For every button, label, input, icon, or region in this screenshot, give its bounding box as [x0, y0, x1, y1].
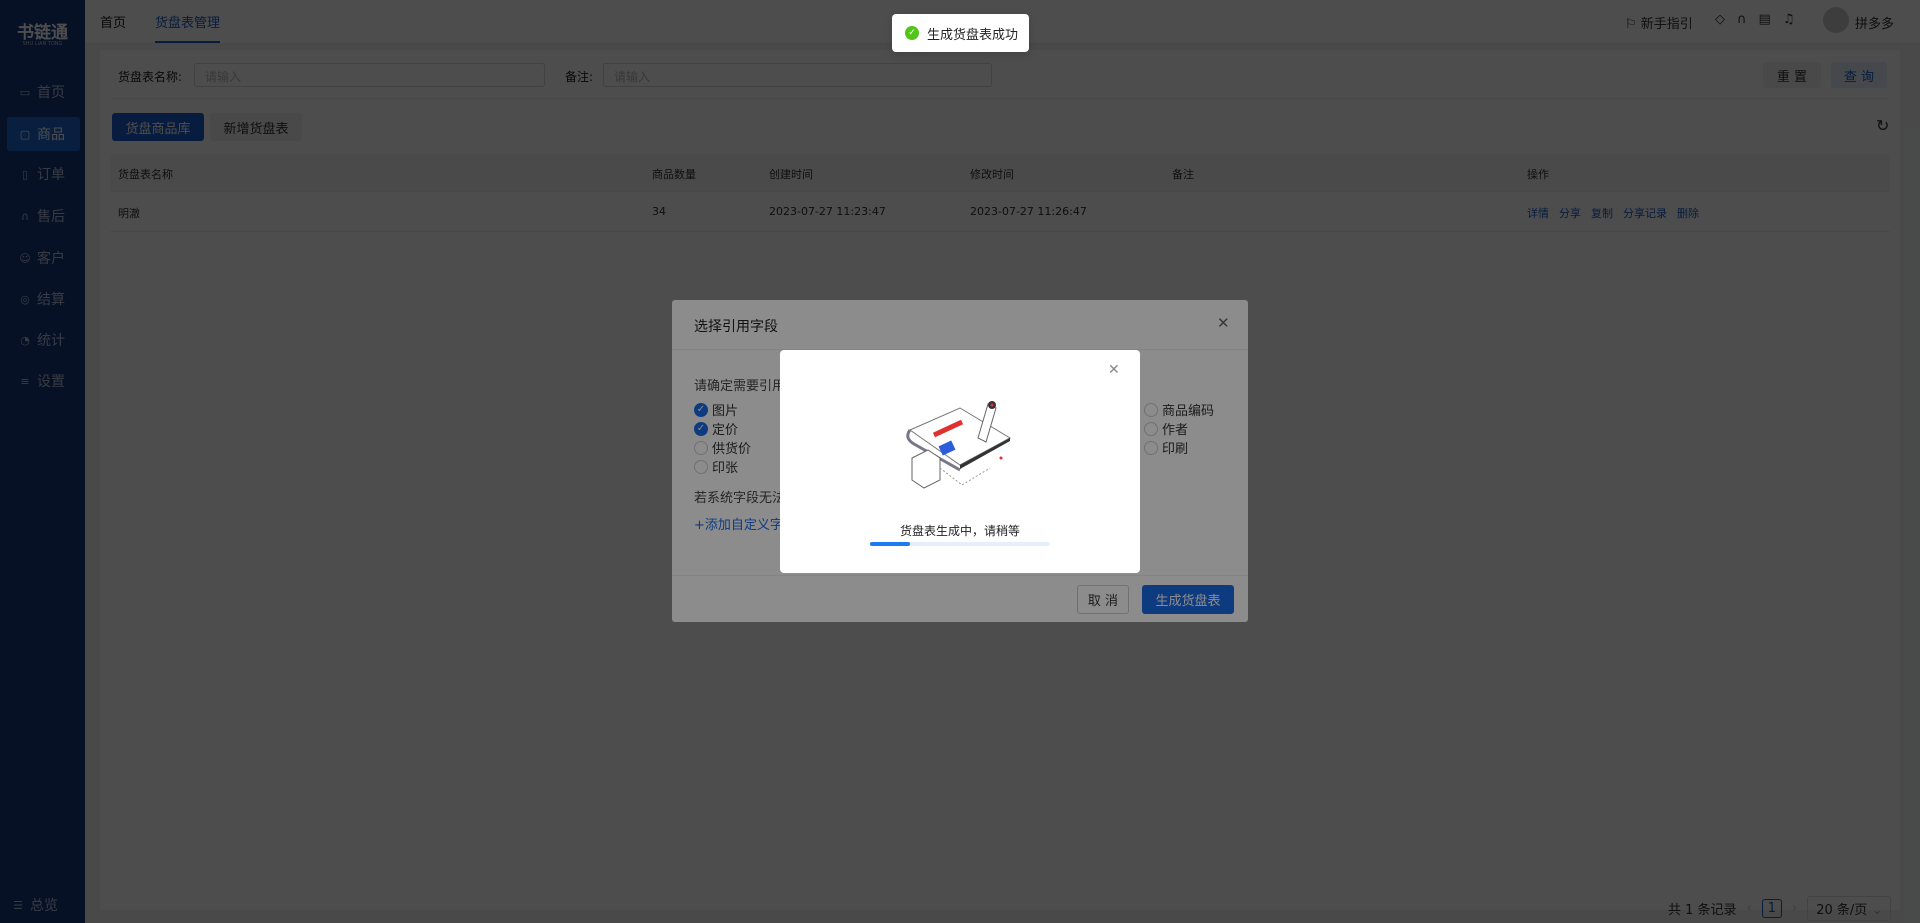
progress-modal: ✕ 货盘表生成中，请稍等	[780, 350, 1140, 573]
progress-fill	[870, 542, 910, 546]
generating-illustration	[906, 401, 1012, 489]
progress-message: 货盘表生成中，请稍等	[899, 524, 1020, 538]
success-toast: ✓ 生成货盘表成功	[892, 14, 1029, 52]
toast-message: 生成货盘表成功	[927, 27, 1019, 43]
success-check-icon: ✓	[905, 26, 919, 40]
progress-bar	[870, 542, 1050, 546]
close-icon[interactable]: ✕	[1108, 362, 1120, 378]
